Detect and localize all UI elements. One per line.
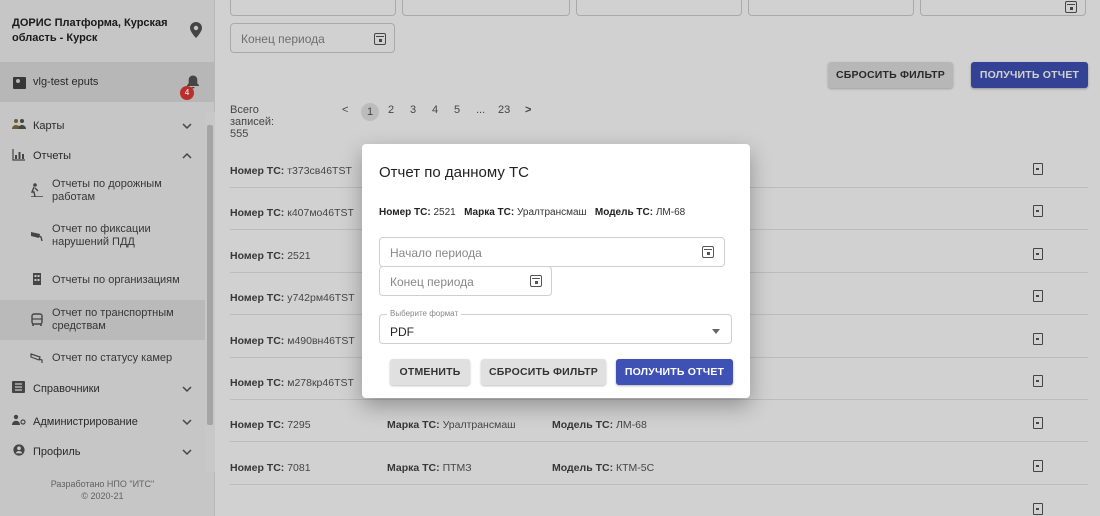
dialog-reset-filter-button[interactable]: СБРОСИТЬ ФИЛЬТР [481, 359, 606, 385]
vehicle-report-dialog: Отчет по данному ТС Номер ТС: 2521 Марка… [362, 144, 750, 398]
cancel-button[interactable]: ОТМЕНИТЬ [390, 359, 470, 385]
calendar-icon[interactable] [702, 246, 714, 258]
dialog-get-report-button[interactable]: ПОЛУЧИТЬ ОТЧЕТ [616, 359, 733, 385]
dropdown-arrow-icon [712, 329, 720, 334]
end-period-field[interactable]: Конец периода [379, 266, 552, 296]
dialog-title: Отчет по данному ТС [379, 164, 530, 181]
start-period-field[interactable]: Начало периода [379, 237, 725, 267]
dialog-vehicle-info: Номер ТС: 2521 Марка ТС: Уралтрансмаш Мо… [379, 207, 686, 218]
format-select[interactable]: Выберите формат PDF [379, 309, 732, 344]
calendar-icon[interactable] [530, 275, 542, 287]
